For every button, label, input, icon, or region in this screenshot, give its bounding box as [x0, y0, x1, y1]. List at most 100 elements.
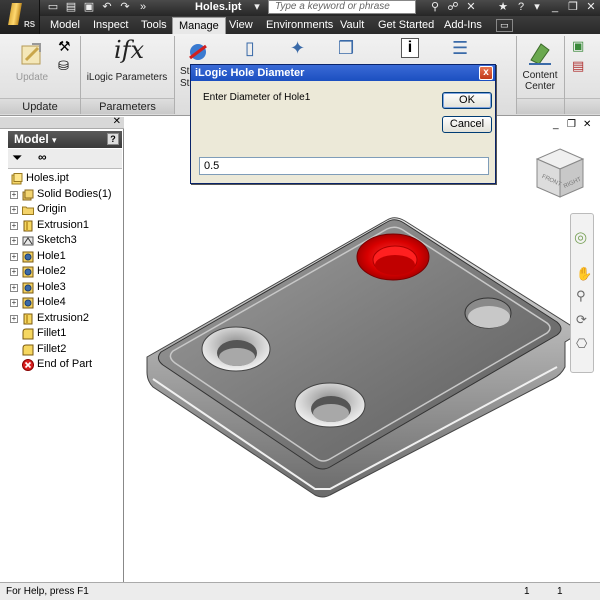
help-dropdown-icon[interactable]: ▾	[530, 1, 544, 14]
graphics-viewport[interactable]: _ ❐ ✕ FRONT RIGHT ◎ ✋ ⚲ ⟳ ⎔	[125, 117, 600, 582]
hole-icon	[22, 251, 34, 263]
zoom-icon[interactable]: ⚲	[576, 288, 586, 304]
tree-item[interactable]: Fillet1	[8, 326, 122, 342]
ilogic-info-icon[interactable]: i	[401, 38, 419, 58]
application-menu-button[interactable]: RS	[0, 0, 40, 34]
window-icon[interactable]: ▾	[250, 1, 264, 14]
filter-icon[interactable]: ⏷	[12, 150, 22, 166]
new-icon[interactable]: ▭	[46, 1, 60, 14]
document-icon[interactable]: ▯	[245, 38, 255, 59]
subscription-icon[interactable]: ☍	[446, 1, 460, 14]
panel-addins-title	[565, 98, 600, 114]
favorites-star-icon[interactable]: ★	[496, 1, 510, 14]
help-icon[interactable]: ?	[514, 1, 528, 14]
tree-item[interactable]: + Solid Bodies(1)	[8, 187, 122, 203]
tab-view[interactable]: View	[223, 17, 259, 34]
tab-environments[interactable]: Environments	[260, 17, 339, 34]
tree-item-label: Hole3	[37, 280, 66, 293]
vba-editor-icon[interactable]: ▣	[572, 38, 584, 54]
tree-item[interactable]: + Extrusion1	[8, 218, 122, 234]
insert-object-icon[interactable]: ✦	[290, 38, 305, 59]
end-of-part-icon	[22, 359, 34, 371]
panel-update-title: Update	[0, 98, 80, 114]
update-button[interactable]: Update	[12, 38, 52, 88]
tree-item[interactable]: End of Part	[8, 357, 122, 373]
tree-item[interactable]: + Hole4	[8, 295, 122, 311]
close-icon[interactable]: ✕	[584, 1, 598, 14]
tab-get-started[interactable]: Get Started	[372, 17, 440, 34]
ok-button[interactable]: OK	[442, 92, 492, 109]
extrusion-icon	[22, 313, 34, 325]
event-triggers-icon[interactable]: ☰	[452, 38, 468, 59]
viewcube[interactable]: FRONT RIGHT	[535, 147, 585, 203]
tab-model[interactable]: Model	[44, 17, 86, 34]
expand-icon[interactable]: +	[10, 237, 18, 245]
status-help-text: For Help, press F1	[6, 586, 89, 597]
expand-icon[interactable]: +	[10, 221, 18, 230]
styles-icon[interactable]	[186, 40, 210, 64]
tree-item[interactable]: + Sketch3	[8, 233, 122, 249]
expand-icon[interactable]: +	[10, 268, 18, 276]
tree-item[interactable]: + Hole1	[8, 249, 122, 265]
expand-icon[interactable]: +	[10, 206, 18, 214]
tree-item[interactable]: Holes.ipt	[8, 171, 122, 187]
content-center-label: Content Center	[522, 70, 558, 92]
look-at-icon[interactable]: ⎔	[576, 336, 587, 352]
minimize-icon[interactable]: _	[548, 1, 562, 14]
open-icon[interactable]: ▤	[64, 1, 78, 14]
expand-icon[interactable]: +	[10, 299, 18, 307]
tab-inspect[interactable]: Inspect	[87, 17, 134, 34]
tree-item[interactable]: + Extrusion2	[8, 311, 122, 327]
steering-wheel-icon[interactable]: ◎	[574, 228, 587, 246]
expand-icon[interactable]: +	[10, 314, 18, 323]
ilogic-fx-icon: ifx	[114, 36, 145, 64]
undo-icon[interactable]: ↶	[100, 1, 114, 14]
dialog-close-icon[interactable]: x	[479, 66, 493, 80]
redo-icon[interactable]: ↷	[118, 1, 132, 14]
tree-item[interactable]: Fillet2	[8, 342, 122, 358]
rebuild-icon[interactable]: ⚒	[58, 38, 71, 55]
tab-tools[interactable]: Tools	[135, 17, 173, 34]
pan-hand-icon[interactable]: ✋	[576, 266, 592, 282]
cancel-button[interactable]: Cancel	[442, 116, 492, 133]
orbit-icon[interactable]: ⟳	[576, 312, 587, 328]
tab-vault[interactable]: Vault	[334, 17, 370, 34]
search-icon[interactable]: ⚲	[428, 1, 442, 14]
browser-header[interactable]: Model ▾ ?	[8, 131, 122, 148]
hole-3	[294, 382, 366, 428]
ribbon-options-icon[interactable]: ▭	[496, 19, 513, 32]
dialog-title-bar[interactable]: iLogic Hole Diameter x	[191, 65, 495, 81]
expand-icon[interactable]: +	[10, 283, 18, 292]
update-mass-icon[interactable]: ⛁	[58, 58, 69, 74]
browser-close-icon[interactable]: ✕	[113, 116, 121, 127]
tree-item[interactable]: + Origin	[8, 202, 122, 218]
diameter-input[interactable]	[199, 157, 489, 175]
logo-subtext: RS	[24, 20, 36, 29]
tab-manage[interactable]: Manage	[172, 17, 226, 34]
browser-dropdown-icon[interactable]: ▾	[52, 135, 57, 145]
tree-item[interactable]: + Hole3	[8, 280, 122, 296]
ilogic-parameters-button[interactable]: ifx iLogic Parameters	[84, 36, 170, 88]
import-icon[interactable]: ❒	[338, 38, 354, 59]
ribbon-separator	[174, 36, 175, 114]
tree-item[interactable]: + Hole2	[8, 264, 122, 280]
hole-icon	[22, 282, 34, 294]
title-bar: ▭ ▤ ▣ ↶ ↷ » Holes.ipt ▾ Type a keyword o…	[0, 0, 600, 16]
content-center-button[interactable]: Content Center	[518, 38, 562, 96]
find-binoculars-icon[interactable]: ∞	[38, 150, 47, 164]
extrusion-icon	[22, 220, 34, 232]
browser-help-icon[interactable]: ?	[107, 133, 119, 145]
tree-item-label: Origin	[37, 203, 67, 215]
expand-icon[interactable]: +	[10, 252, 18, 261]
macros-icon[interactable]: ▤	[572, 58, 584, 74]
browser-grip[interactable]: ✕	[0, 116, 124, 129]
expand-icon[interactable]: +	[10, 190, 18, 199]
more-icon[interactable]: »	[136, 1, 150, 14]
search-input[interactable]: Type a keyword or phrase	[268, 0, 416, 14]
part-model[interactable]	[125, 117, 600, 582]
restore-icon[interactable]: ❐	[566, 1, 580, 14]
save-icon[interactable]: ▣	[82, 1, 96, 14]
tab-add-ins[interactable]: Add-Ins	[438, 17, 488, 34]
communication-icon[interactable]: ✕	[464, 1, 478, 14]
content-center-icon	[529, 43, 551, 65]
